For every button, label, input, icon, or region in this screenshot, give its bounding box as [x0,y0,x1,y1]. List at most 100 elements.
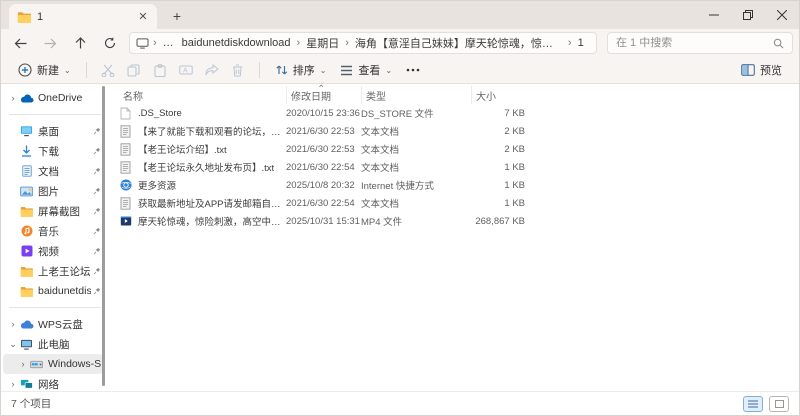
toolbar-separator [85,62,87,78]
up-button[interactable] [67,31,93,55]
explorer-tab[interactable]: 1 ✕ [9,4,157,29]
sidebar-item-label: 视频 [38,245,59,258]
column-header-date[interactable]: 修改日期 [286,86,361,104]
sidebar-item-screenshots[interactable]: 屏幕截图 [3,201,103,221]
paste-button[interactable] [147,60,173,80]
copy-button[interactable] [121,60,147,80]
refresh-button[interactable] [97,31,123,55]
breadcrumb-item[interactable]: baidunetdiskdownload [178,37,295,49]
forward-button[interactable] [37,31,63,55]
view-icon [340,65,353,76]
file-type: MP4 文件 [361,217,403,228]
breadcrumb-item-current[interactable]: 1 [574,37,588,49]
chevron-right-icon: › [567,37,572,49]
back-button[interactable] [7,31,33,55]
minimize-button[interactable] [697,1,731,29]
file-row[interactable]: 【老王论坛介绍】.txt 2021/6/30 22:53 文本文档 2 KB [119,140,799,158]
new-button[interactable]: 新建 ⌄ [11,59,78,81]
large-icons-view-button[interactable] [769,395,789,412]
desktop-icon [19,124,34,138]
more-options-button[interactable] [399,65,427,75]
sort-button[interactable]: 排序 ⌄ [268,59,334,81]
file-row[interactable]: 【来了就能下载和观看的论坛，纯免费！】.txt 2021/6/30 22:53 … [119,122,799,140]
sidebar-item-baidunetdisk-folder[interactable]: baidunetdisl [3,281,103,301]
search-box[interactable] [607,32,793,54]
sidebar-item-label: 文档 [38,165,59,178]
sidebar-item-laowang-folder[interactable]: 上老王论坛当 [3,261,103,281]
rename-button[interactable]: A [173,60,199,80]
pictures-icon [19,184,34,198]
chevron-down-icon: ⌄ [64,65,71,75]
documents-icon [19,164,34,178]
view-button-label: 查看 [358,65,381,77]
file-date: 2020/10/15 23:36 [286,107,360,119]
sidebar-item-windows-ssd[interactable]: › Windows-SSD [3,354,103,374]
share-button[interactable] [199,60,225,80]
chevron-down-icon: ⌄ [319,65,327,75]
preview-button-label: 预览 [760,65,782,77]
onedrive-cloud-icon [19,91,34,105]
command-toolbar: 新建 ⌄ A 排序 ⌄ 查看 ⌄ 预览 [1,57,799,84]
maximize-button[interactable] [731,1,765,29]
column-header-name[interactable]: 名称 [119,86,286,104]
breadcrumb-ellipsis[interactable]: … [159,37,178,49]
file-explorer-window: 1 ✕ + › … baidunetdiskdownload › 星期日 › 海… [0,0,800,416]
preview-button[interactable]: 预览 [734,59,789,81]
sidebar-item-label: 音乐 [38,225,59,238]
folder-icon [19,264,34,278]
sidebar-scrollbar[interactable] [102,86,105,386]
chevron-down-icon: ⌄ [9,338,17,349]
file-size: 1 KB [504,161,525,173]
close-button[interactable] [765,1,799,29]
file-name: 获取最新地址及APP请发邮箱自动获取.txt [138,199,286,210]
column-header-size[interactable]: 大小 [471,86,529,104]
search-input[interactable] [616,37,773,49]
chevron-right-icon: › [345,37,349,49]
sidebar-item-music[interactable]: 音乐 [3,221,103,241]
file-row[interactable]: 【老王论坛永久地址发布页】.txt 2021/6/30 22:54 文本文档 1… [119,158,799,176]
file-type: Internet 快捷方式 [361,181,434,192]
sidebar-item-pictures[interactable]: 图片 [3,181,103,201]
sidebar-item-label: 上老王论坛当 [38,265,91,278]
text-file-icon [119,160,132,174]
navigation-pane: › OneDrive 桌面 下载 文档 图片 屏幕截图 音乐 视频 上老王论坛 … [1,84,109,391]
text-file-icon [119,124,132,138]
tab-close-icon[interactable]: ✕ [135,9,151,25]
breadcrumb-item[interactable]: 海角【意淫自己妹妹】摩天轮惊魂，惊险刺激 [351,35,566,51]
column-header-type[interactable]: 类型 [361,86,471,104]
pin-icon [93,227,101,235]
address-bar[interactable]: › … baidunetdiskdownload › 星期日 › 海角【意淫自己… [129,32,597,54]
sidebar-item-desktop[interactable]: 桌面 [3,121,103,141]
pin-icon [93,207,101,215]
sidebar-item-downloads[interactable]: 下载 [3,141,103,161]
search-icon [773,38,784,49]
internet-shortcut-icon [119,179,132,192]
chevron-right-icon: › [296,37,301,49]
sidebar-item-wps-cloud[interactable]: › WPS云盘 [3,314,103,334]
delete-button[interactable] [225,60,251,80]
details-view-button[interactable] [743,395,763,412]
new-tab-button[interactable]: + [165,5,189,27]
folder-icon [19,284,34,298]
file-row[interactable]: .DS_Store 2020/10/15 23:36 DS_STORE 文件 7… [119,104,799,122]
sidebar-item-network[interactable]: › 网络 [3,374,103,394]
sidebar-item-documents[interactable]: 文档 [3,161,103,181]
file-row[interactable]: 摩天轮惊魂，惊险刺激，高空中给大家交作业啦... 2025/10/31 15:3… [119,212,799,230]
pin-icon [93,247,101,255]
chevron-right-icon: › [11,319,15,329]
file-name: 【老王论坛永久地址发布页】.txt [138,163,275,174]
view-button[interactable]: 查看 ⌄ [333,59,399,81]
file-size: 2 KB [504,143,525,155]
new-plus-icon [18,63,32,77]
breadcrumb-item[interactable]: 星期日 [302,35,343,51]
sidebar-item-this-pc[interactable]: ⌄ 此电脑 [3,334,103,354]
file-date: 2025/10/8 20:32 [286,179,355,191]
sidebar-item-onedrive[interactable]: › OneDrive [3,88,103,108]
file-size: 268,867 KB [475,215,525,227]
sidebar-item-label: 桌面 [38,125,59,138]
file-row[interactable]: 获取最新地址及APP请发邮箱自动获取.txt 2021/6/30 22:54 文… [119,194,799,212]
cut-button[interactable] [95,60,121,80]
file-row[interactable]: 更多资源 2025/10/8 20:32 Internet 快捷方式 1 KB [119,176,799,194]
sidebar-item-videos[interactable]: 视频 [3,241,103,261]
svg-text:A: A [183,68,188,75]
